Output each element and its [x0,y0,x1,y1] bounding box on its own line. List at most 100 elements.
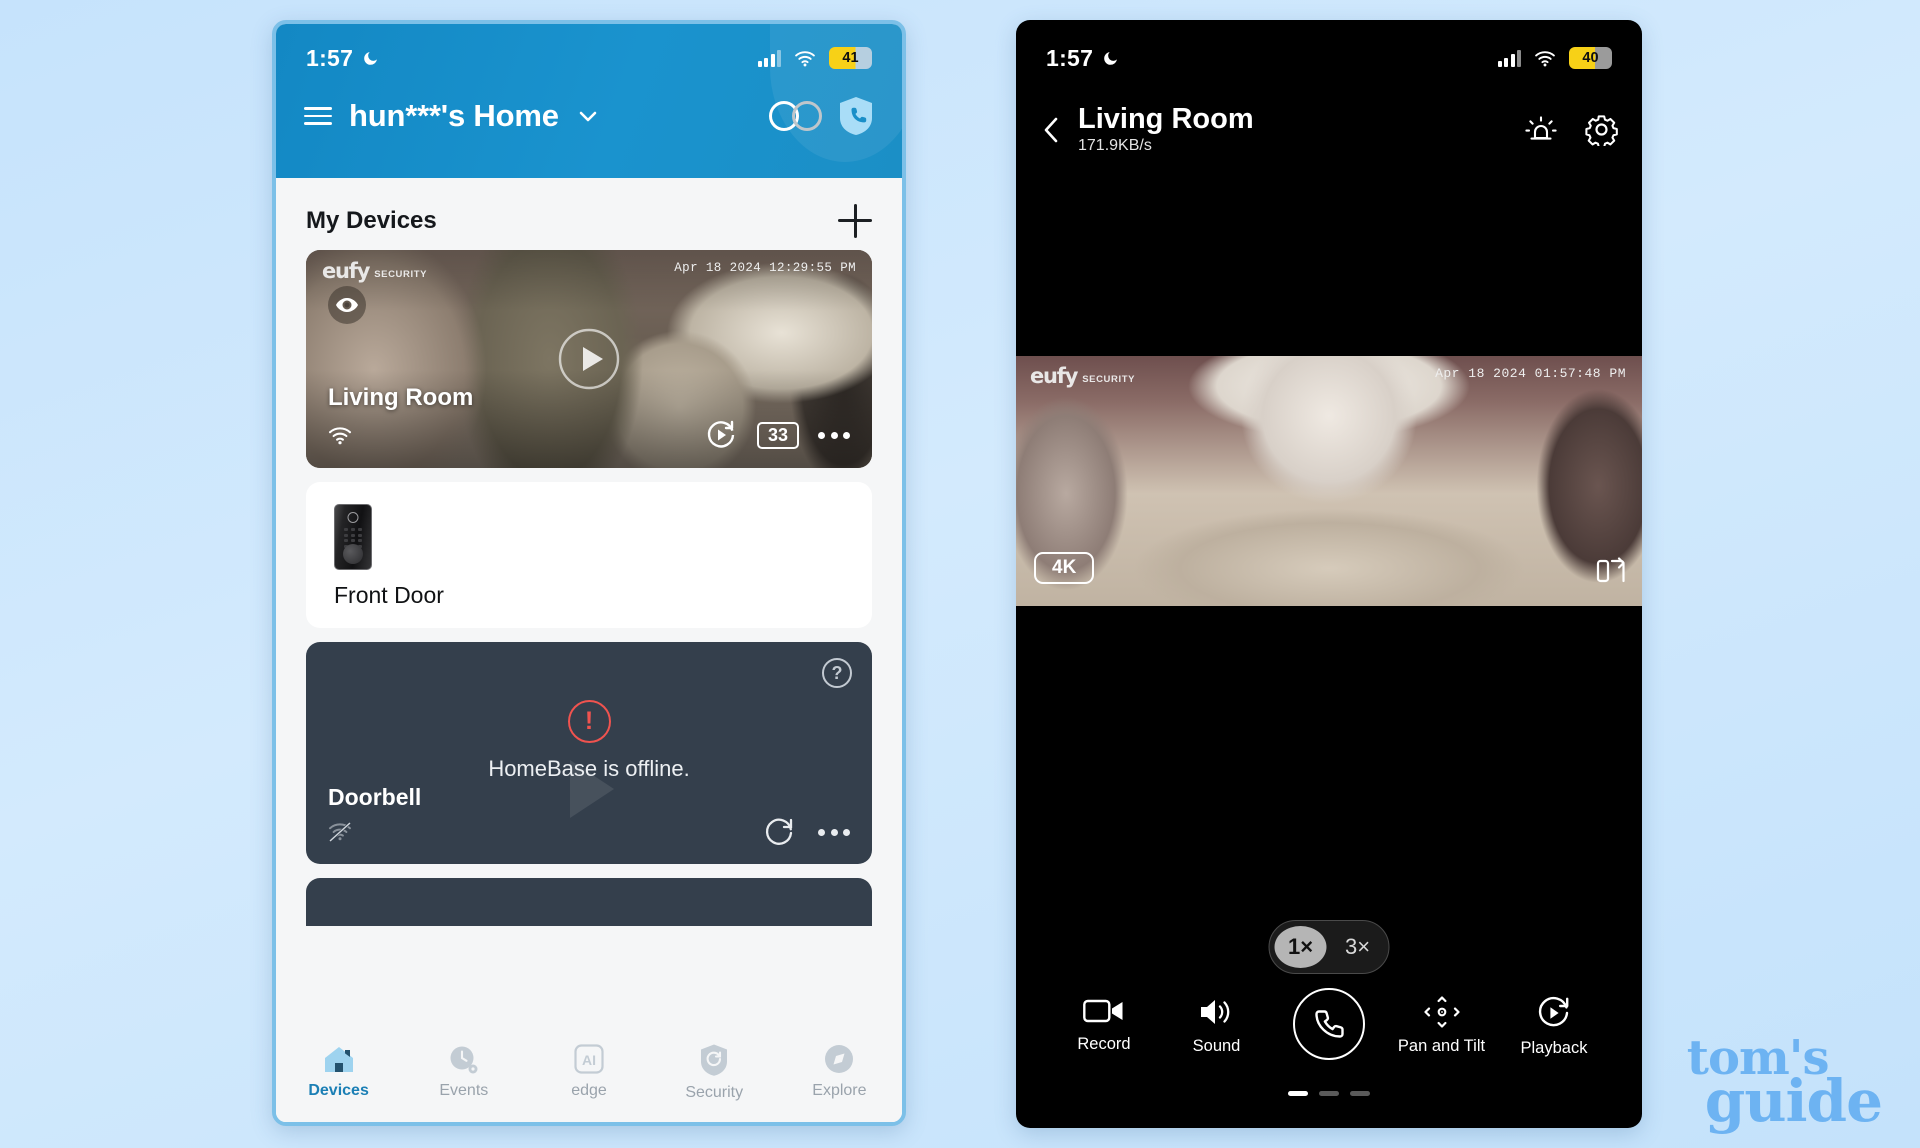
replay-icon[interactable] [704,418,738,452]
compass-icon [825,1045,854,1073]
wifi-icon [1535,50,1555,66]
left-phone-body: My Devices eufy SECURITY Apr 18 2024 12:… [276,178,902,1122]
right-phone-header: 1:57 40 Living Room 171.9KB/s [1016,20,1642,155]
page-dot [1319,1091,1339,1096]
more-options-icon[interactable] [818,431,850,439]
hamburger-menu-icon[interactable] [304,107,332,125]
page-dot [1288,1091,1308,1096]
device-card-lock[interactable]: Front Door [306,482,872,628]
eufy-watermark: eufy SECURITY [322,259,427,283]
wifi-off-icon [329,822,351,842]
security-mode-toggle-icon[interactable] [769,101,825,131]
offline-status-group: ! HomeBase is offline. [306,700,872,782]
device-card-doorbell[interactable]: ? ! HomeBase is offline. Doorbell [306,642,872,864]
page-dot [1350,1091,1370,1096]
offline-message: HomeBase is offline. [488,756,690,781]
shield-icon [701,1044,728,1076]
device-name: Living Room [328,384,474,411]
page-indicator-dots[interactable] [1288,1091,1370,1096]
home-icon [324,1047,353,1072]
shield-phone-icon[interactable] [838,96,874,136]
camera-card-footer: Living Room 33 [306,384,872,468]
clock-icon [450,1046,478,1074]
pan-tilt-icon [1423,996,1460,1028]
siren-alarm-icon[interactable] [1525,114,1557,146]
live-video-feed[interactable]: eufy SECURITY Apr 18 2024 01:57:48 PM 4K [1016,356,1642,606]
watermark-line-2: guide [1704,1067,1883,1136]
device-card-camera[interactable]: eufy SECURITY Apr 18 2024 12:29:55 PM Li… [306,250,872,468]
right-phone-screen: 1:57 40 Living Room 171.9KB/s eufy SECUR… [1016,20,1642,1128]
cellular-signal-icon [1497,49,1521,67]
battery-badge: 33 [757,421,799,449]
playback-icon [1538,996,1569,1027]
play-icon[interactable] [557,327,621,391]
status-time-group: 1:57 [306,45,379,72]
video-timestamp: Apr 18 2024 01:57:48 PM [1435,366,1626,381]
battery-percent: 40 [1582,50,1599,66]
quality-badge[interactable]: 4K [1034,552,1095,584]
moon-icon [1104,51,1118,65]
moon-icon [364,51,378,65]
picture-in-picture-icon[interactable] [1596,556,1626,586]
camera-controls-bar: Record Sound Pan and Tilt Playback [1016,978,1642,1128]
toms-guide-watermark: tom's guide [1687,1034,1883,1136]
status-time-group: 1:57 [1046,45,1119,72]
battery-indicator: 41 [829,47,872,69]
nav-item-events[interactable]: Events [401,1043,526,1100]
back-chevron-icon[interactable] [1040,115,1062,145]
right-status-bar: 1:57 40 [1040,24,1618,82]
more-options-icon[interactable] [818,828,850,836]
eufy-logo-text: eufy [1030,364,1078,388]
record-button[interactable]: Record [1048,996,1160,1054]
playback-button[interactable]: Playback [1498,996,1610,1058]
device-card-partial[interactable] [306,878,872,926]
zoom-level-toggle: 1× 3× [1268,920,1390,974]
wifi-icon [328,426,352,444]
pan-tilt-button[interactable]: Pan and Tilt [1386,996,1498,1056]
control-label: Record [1077,1035,1131,1053]
camera-title-row: Living Room 171.9KB/s [1040,82,1618,155]
eufy-logo-subtext: SECURITY [1082,374,1136,385]
nav-label: edge [571,1082,607,1099]
nav-item-explore[interactable]: Explore [777,1043,902,1100]
svg-text:AI: AI [582,1052,596,1068]
video-camera-icon [1083,999,1123,1023]
nav-label: Devices [308,1082,369,1099]
home-title-row: hun***'s Home [276,82,902,136]
eufy-logo-text: eufy [322,259,370,283]
zoom-1x-button[interactable]: 1× [1274,926,1327,968]
status-indicators: 40 [1497,47,1612,69]
status-time: 1:57 [1046,44,1094,71]
eufy-watermark: eufy SECURITY [1030,364,1135,388]
nav-item-edge[interactable]: AI edge [526,1043,651,1100]
left-phone-screen: 1:57 41 hun***'s Home My Devices eufy SE… [272,20,906,1126]
refresh-icon[interactable] [764,816,796,848]
zoom-3x-button[interactable]: 3× [1332,926,1384,968]
device-name: Front Door [334,582,444,608]
home-name-label[interactable]: hun***'s Home [349,98,559,134]
page-title: Living Room [1078,103,1254,135]
help-question-icon[interactable]: ? [822,658,852,688]
speaker-icon [1200,1000,1229,1024]
chevron-down-icon[interactable] [576,104,600,128]
control-label: Pan and Tilt [1397,1037,1486,1055]
battery-percent: 41 [842,50,859,66]
add-device-button[interactable] [838,204,872,238]
gear-icon[interactable] [1585,113,1618,147]
nav-item-devices[interactable]: Devices [276,1043,401,1100]
bitrate-label: 171.9KB/s [1078,137,1152,155]
sound-button[interactable]: Sound [1161,996,1273,1056]
camera-timestamp: Apr 18 2024 12:29:55 PM [674,261,856,275]
bottom-navigation-bar: Devices Events AI edge Security Explore [276,1034,902,1122]
camera-footer-row: 33 [328,418,850,452]
phone-talk-icon [1293,988,1365,1060]
eye-icon[interactable] [328,286,366,324]
section-title: My Devices [306,207,437,234]
control-label: Sound [1192,1037,1241,1055]
talk-button[interactable] [1273,988,1385,1060]
nav-item-security[interactable]: Security [652,1043,777,1102]
my-devices-section-header: My Devices [276,178,902,250]
warning-icon: ! [567,700,611,743]
eufy-logo-subtext: SECURITY [374,269,428,280]
header-actions [769,96,874,136]
